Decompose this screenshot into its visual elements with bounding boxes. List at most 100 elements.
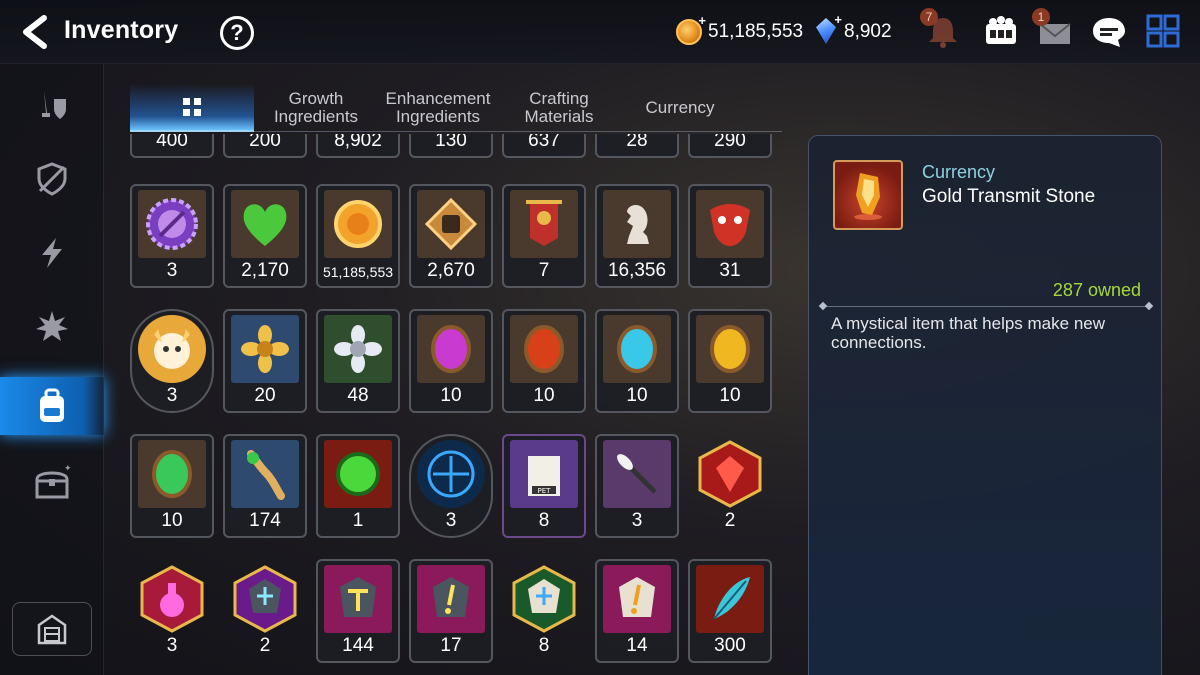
item-slot[interactable]: 10 [409,309,493,413]
guild-button[interactable] [982,14,1020,50]
item-slot[interactable]: 31 [688,184,772,288]
gold-currency[interactable]: + 51,185,553 [676,13,804,46]
feather-wand-icon [603,440,671,508]
item-slot[interactable]: 2,670 [409,184,493,288]
sidebar-item-inventory[interactable] [0,377,104,435]
item-slot[interactable]: 2 [223,559,307,663]
skystone-currency[interactable]: + 8,902 [816,12,892,46]
help-button[interactable]: ? [220,16,254,50]
gold-amount: 51,185,553 [708,21,804,42]
blue-emblem-icon [417,440,485,508]
item-slot[interactable]: 10 [688,309,772,413]
tab-all[interactable] [130,84,254,132]
item-slot[interactable]: 10 [502,309,586,413]
back-arrow-icon [23,15,47,49]
chat-button[interactable] [1090,14,1128,50]
stone-exclaim-icon [417,565,485,633]
stone-hex-purple-icon [231,565,299,633]
white-stone-icon [603,565,671,633]
sidebar-item-equipment[interactable] [0,76,104,134]
sidebar-item-material[interactable] [0,298,104,356]
top-bar: Inventory ? + 51,185,553 + 8,902 7 1 [0,0,1200,64]
item-slot[interactable]: 3 [595,434,679,538]
item-slot[interactable]: 8 [502,559,586,663]
item-slot[interactable]: 51,185,553 [316,184,400,288]
divider [823,306,1149,307]
item-slot[interactable]: 637 [502,134,586,158]
item-slot[interactable]: 3 [130,184,214,288]
storage-icon [37,614,67,645]
item-slot[interactable]: PET 8 [502,434,586,538]
group-icon [986,16,1016,44]
skystone-icon: + [816,12,842,46]
item-slot[interactable]: 10 [595,309,679,413]
item-slot[interactable]: 20 [223,309,307,413]
item-slot[interactable]: 1 [316,434,400,538]
pet-card-icon: PET [510,440,578,508]
ginseng-root-icon [231,440,299,508]
red-gem-hex-icon [696,440,764,508]
equipment-icon [42,91,66,119]
green-heart-icon [231,190,299,258]
item-slot[interactable]: 10 [130,434,214,538]
menu-button[interactable] [1144,14,1182,50]
bottlecap-icon [138,190,206,258]
blue-feather-icon [696,565,764,633]
item-slot[interactable]: 16,356 [595,184,679,288]
sidebar-item-catalyst[interactable] [0,224,104,282]
item-slot[interactable]: 2 [688,434,772,538]
mail-badge: 1 [1032,8,1050,26]
tab-crafting-materials[interactable]: Crafting Materials [504,84,614,132]
stone-t-rune-icon [324,565,392,633]
item-slot[interactable]: 3 [130,559,214,663]
item-slot[interactable]: 2,170 [223,184,307,288]
sidebar-item-chest[interactable]: ✦ [0,454,104,512]
lightning-icon [42,238,62,268]
item-slot[interactable]: 200 [223,134,307,158]
gold-transmit-stone-icon [833,160,903,230]
item-slot[interactable]: 7 [502,184,586,288]
svg-text:✦: ✦ [64,464,72,474]
green-orb-icon [324,440,392,508]
item-slot[interactable]: 14 [595,559,679,663]
item-name: Gold Transmit Stone [922,186,1096,207]
burst-icon [36,311,68,341]
grid-menu-icon [1146,14,1180,48]
tab-growth-ingredients[interactable]: Growth Ingredients [258,84,374,132]
item-slot[interactable]: 3 [130,309,214,413]
sidebar-item-artifact[interactable] [0,150,104,208]
item-slot[interactable]: 290 [688,134,772,158]
tab-enhancement-ingredients[interactable]: Enhancement Ingredients [376,84,500,132]
item-slot[interactable]: 130 [409,134,493,158]
backpack-icon [40,388,64,422]
item-slot[interactable]: 144 [316,559,400,663]
chat-icon [1093,18,1125,47]
item-detail-panel: Currency Gold Transmit Stone 287 owned A… [808,135,1162,675]
item-slot[interactable]: 400 [130,134,214,158]
sidebar: ✦ [0,64,104,675]
inventory-grid: 400 200 8,902 130 637 28 290 3 2,170 51,… [130,134,780,675]
item-slot[interactable]: 28 [595,134,679,158]
item-slot[interactable]: 17 [409,559,493,663]
item-category: Currency [922,162,996,182]
owned-count: 287 owned [1052,280,1141,300]
item-slot[interactable]: 174 [223,434,307,538]
grid-icon [183,98,201,116]
item-slot[interactable]: 8,902 [316,134,400,158]
green-rune-icon [138,440,206,508]
tab-divider [130,131,782,132]
mail-button[interactable]: 1 [1032,8,1074,50]
yellow-rune-icon [696,315,764,383]
pet-portrait-icon [138,315,206,383]
skystone-amount: 8,902 [844,21,892,42]
gold-coin-icon: + [676,13,706,45]
item-slot[interactable]: 300 [688,559,772,663]
item-slot[interactable]: 48 [316,309,400,413]
red-mask-icon [696,190,764,258]
back-button[interactable] [18,14,52,50]
page-title: Inventory [64,16,179,44]
item-slot[interactable]: 3 [409,434,493,538]
storage-button[interactable] [12,602,92,656]
tab-currency[interactable]: Currency [618,84,742,132]
notification-button[interactable]: 7 [920,8,962,50]
